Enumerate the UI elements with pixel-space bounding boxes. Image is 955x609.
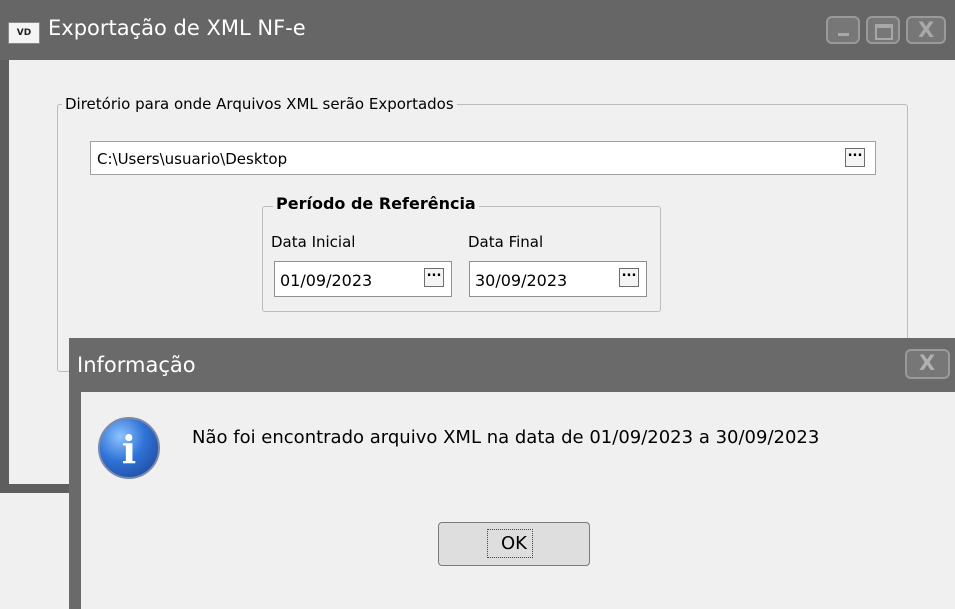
dialog-close-button[interactable]: X [905, 349, 950, 379]
start-date-label: Data Inicial [271, 233, 356, 251]
end-date-picker-button[interactable]: ... [619, 266, 639, 287]
period-group-legend: Período de Referência [273, 194, 479, 213]
start-date-picker-button[interactable]: ... [424, 266, 444, 287]
close-button[interactable]: X [906, 16, 946, 44]
browse-directory-button[interactable]: ... [845, 146, 865, 167]
close-icon: X [919, 351, 936, 375]
directory-path-value: C:\Users\usuario\Desktop [97, 150, 288, 168]
dialog-title: Informação [77, 353, 196, 377]
info-glyph: i [121, 427, 137, 472]
directory-group-legend: Diretório para onde Arquivos XML serão E… [62, 95, 457, 113]
main-titlebar[interactable]: VD Exportação de XML NF-e X [0, 0, 955, 60]
maximize-button[interactable] [866, 16, 900, 44]
app-icon: VD [8, 22, 40, 44]
ok-label: OK [501, 533, 527, 554]
dialog-message: Não foi encontrado arquivo XML na data d… [192, 427, 820, 448]
end-date-label: Data Final [468, 233, 544, 251]
dialog-client-area [81, 392, 955, 609]
end-date-value: 30/09/2023 [475, 271, 568, 290]
directory-path-input[interactable]: C:\Users\usuario\Desktop [90, 141, 876, 175]
ok-button[interactable]: OK [438, 522, 590, 566]
close-icon: X [918, 18, 935, 42]
info-icon: i [98, 417, 160, 479]
window-title: Exportação de XML NF-e [48, 16, 306, 40]
minimize-button[interactable] [826, 16, 860, 44]
start-date-value: 01/09/2023 [280, 271, 373, 290]
